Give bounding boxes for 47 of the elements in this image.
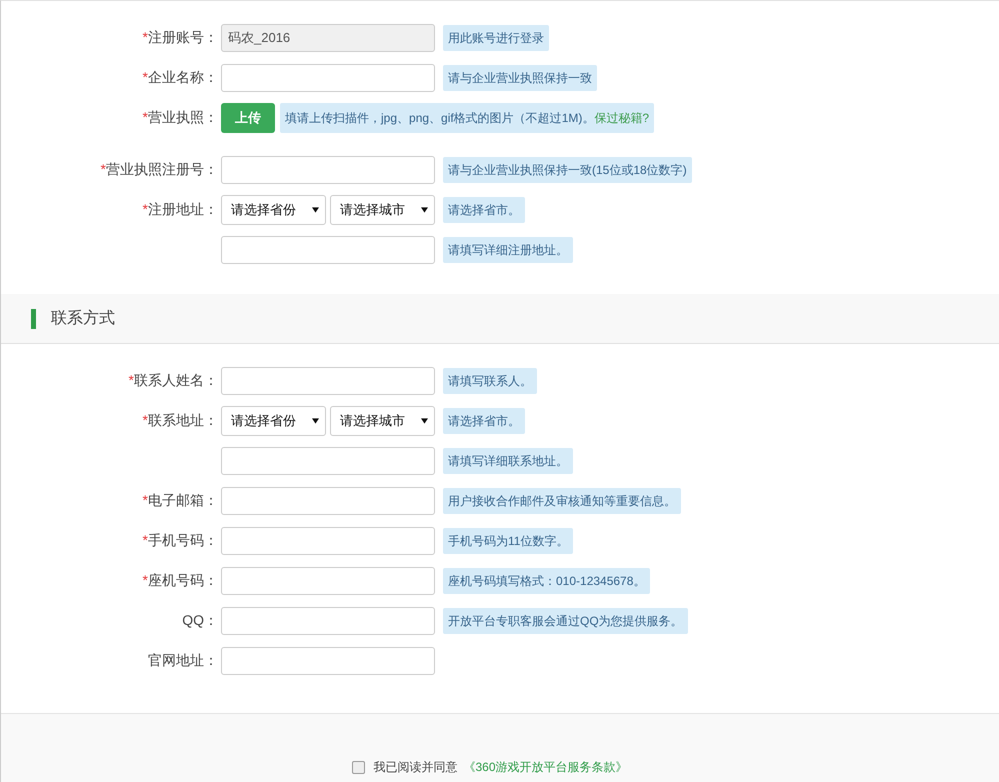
input-field[interactable]	[221, 156, 435, 184]
dropdown[interactable]: 请选择省份	[221, 406, 326, 436]
input-field[interactable]	[221, 607, 435, 635]
caret-icon	[312, 418, 319, 424]
field-label: *手机号码：	[142, 532, 218, 550]
hint-text: 请填写详细注册地址。	[443, 237, 573, 263]
input-field[interactable]	[221, 567, 435, 595]
field-label: 官网地址：	[148, 652, 218, 670]
hint-text: 用此账号进行登录	[443, 25, 549, 51]
field-label: *营业执照注册号：	[100, 161, 218, 179]
field-label: *企业名称：	[142, 69, 218, 87]
field-label: *电子邮箱：	[142, 492, 218, 510]
input-field[interactable]	[221, 367, 435, 395]
input-field[interactable]	[221, 527, 435, 555]
input-field[interactable]	[221, 487, 435, 515]
caret-icon	[421, 207, 428, 213]
caret-icon	[421, 418, 428, 424]
field-label: *座机号码：	[142, 572, 218, 590]
input-field[interactable]	[221, 447, 435, 475]
hint-text: 请填写联系人。	[443, 368, 537, 394]
hint-text: 请选择省市。	[443, 408, 525, 434]
hint-text: 填请上传扫描件，jpg、png、gif格式的图片（不超过1M)。保过秘籍?	[280, 103, 654, 133]
field-label: *联系人姓名：	[128, 372, 218, 390]
agreement-text: 我已阅读并同意	[373, 759, 458, 776]
hint-text: 请与企业营业执照保持一致	[443, 65, 597, 91]
dropdown[interactable]: 请选择省份	[221, 195, 326, 225]
hint-text: 请选择省市。	[443, 197, 525, 223]
field-label: *营业执照：	[142, 109, 218, 127]
caret-icon	[312, 207, 319, 213]
input-field[interactable]	[221, 647, 435, 675]
accent-bar	[31, 308, 36, 328]
dropdown[interactable]: 请选择城市	[330, 406, 435, 436]
input-field[interactable]	[221, 64, 435, 92]
field-label: QQ：	[182, 612, 218, 630]
field-label: *注册账号：	[142, 29, 218, 47]
hint-text: 开放平台专职客服会通过QQ为您提供服务。	[443, 608, 688, 634]
input-field[interactable]	[221, 236, 435, 264]
dropdown[interactable]: 请选择城市	[330, 195, 435, 225]
hint-text: 请与企业营业执照保持一致(15位或18位数字)	[443, 157, 692, 183]
hint-text: 手机号码为11位数字。	[443, 528, 574, 554]
checkbox[interactable]	[352, 761, 366, 774]
section-title: 联系方式	[51, 308, 115, 329]
field-label: *注册地址：	[142, 201, 218, 219]
hint-text: 请填写详细联系地址。	[443, 448, 573, 474]
field-label: *联系地址：	[142, 412, 218, 430]
hint-text: 座机号码填写格式：010-12345678。	[443, 568, 650, 594]
hint-text: 用户接收合作邮件及审核通知等重要信息。	[443, 488, 681, 514]
